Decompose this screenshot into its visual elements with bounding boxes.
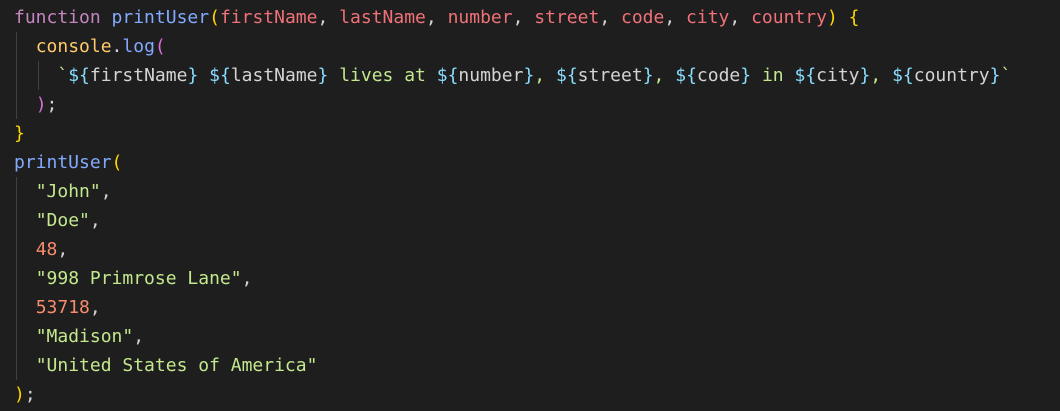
tpl-var-city: city: [816, 65, 860, 86]
param-firstname: firstName: [219, 7, 318, 28]
code-line: "998 Primrose Lane",: [0, 264, 1060, 293]
arg-first-name: "John": [35, 181, 101, 202]
log-method: log: [122, 36, 155, 57]
code-line: `${firstName} ${lastName} lives at ${num…: [0, 61, 1060, 90]
param-street: street: [534, 7, 600, 28]
code-line: }: [14, 123, 25, 144]
arg-country: "United States of America": [35, 355, 318, 376]
code-line: "Madison",: [0, 322, 1060, 351]
param-country: country: [751, 7, 827, 28]
tpl-text-in: in: [751, 65, 795, 86]
param-code: code: [621, 7, 665, 28]
console-object: console: [35, 36, 112, 57]
code-line: console.log(: [0, 32, 1060, 61]
param-lastname: lastName: [339, 7, 426, 28]
code-line: );: [14, 384, 36, 405]
arg-city: "Madison": [35, 326, 134, 347]
code-line: 53718,: [0, 293, 1060, 322]
code-line: function printUser(firstName, lastName, …: [14, 7, 860, 28]
tpl-var-street: street: [577, 65, 643, 86]
code-line: "Doe",: [0, 206, 1060, 235]
code-line: printUser(: [14, 152, 123, 173]
code-line: 48,: [0, 235, 1060, 264]
tpl-text-lives-at: lives at: [328, 65, 437, 86]
arg-last-name: "Doe": [35, 210, 90, 231]
param-city: city: [686, 7, 730, 28]
code-line: "United States of America": [0, 351, 1060, 380]
tpl-var-firstname: firstName: [89, 65, 188, 86]
keyword-function: function: [14, 7, 101, 28]
tpl-var-code: code: [696, 65, 741, 86]
code-editor[interactable]: function printUser(firstName, lastName, …: [0, 0, 1060, 411]
function-name: printUser: [111, 7, 210, 28]
arg-street: "998 Primrose Lane": [35, 268, 242, 289]
call-name: printUser: [14, 152, 112, 173]
code-line: );: [0, 90, 1060, 119]
arg-number: 48: [35, 239, 58, 260]
tpl-var-country: country: [913, 65, 990, 86]
arg-code: 53718: [35, 297, 90, 318]
code-line: "John",: [0, 177, 1060, 206]
tpl-var-number: number: [458, 65, 524, 86]
param-number: number: [447, 7, 513, 28]
tpl-var-lastname: lastName: [230, 65, 318, 86]
